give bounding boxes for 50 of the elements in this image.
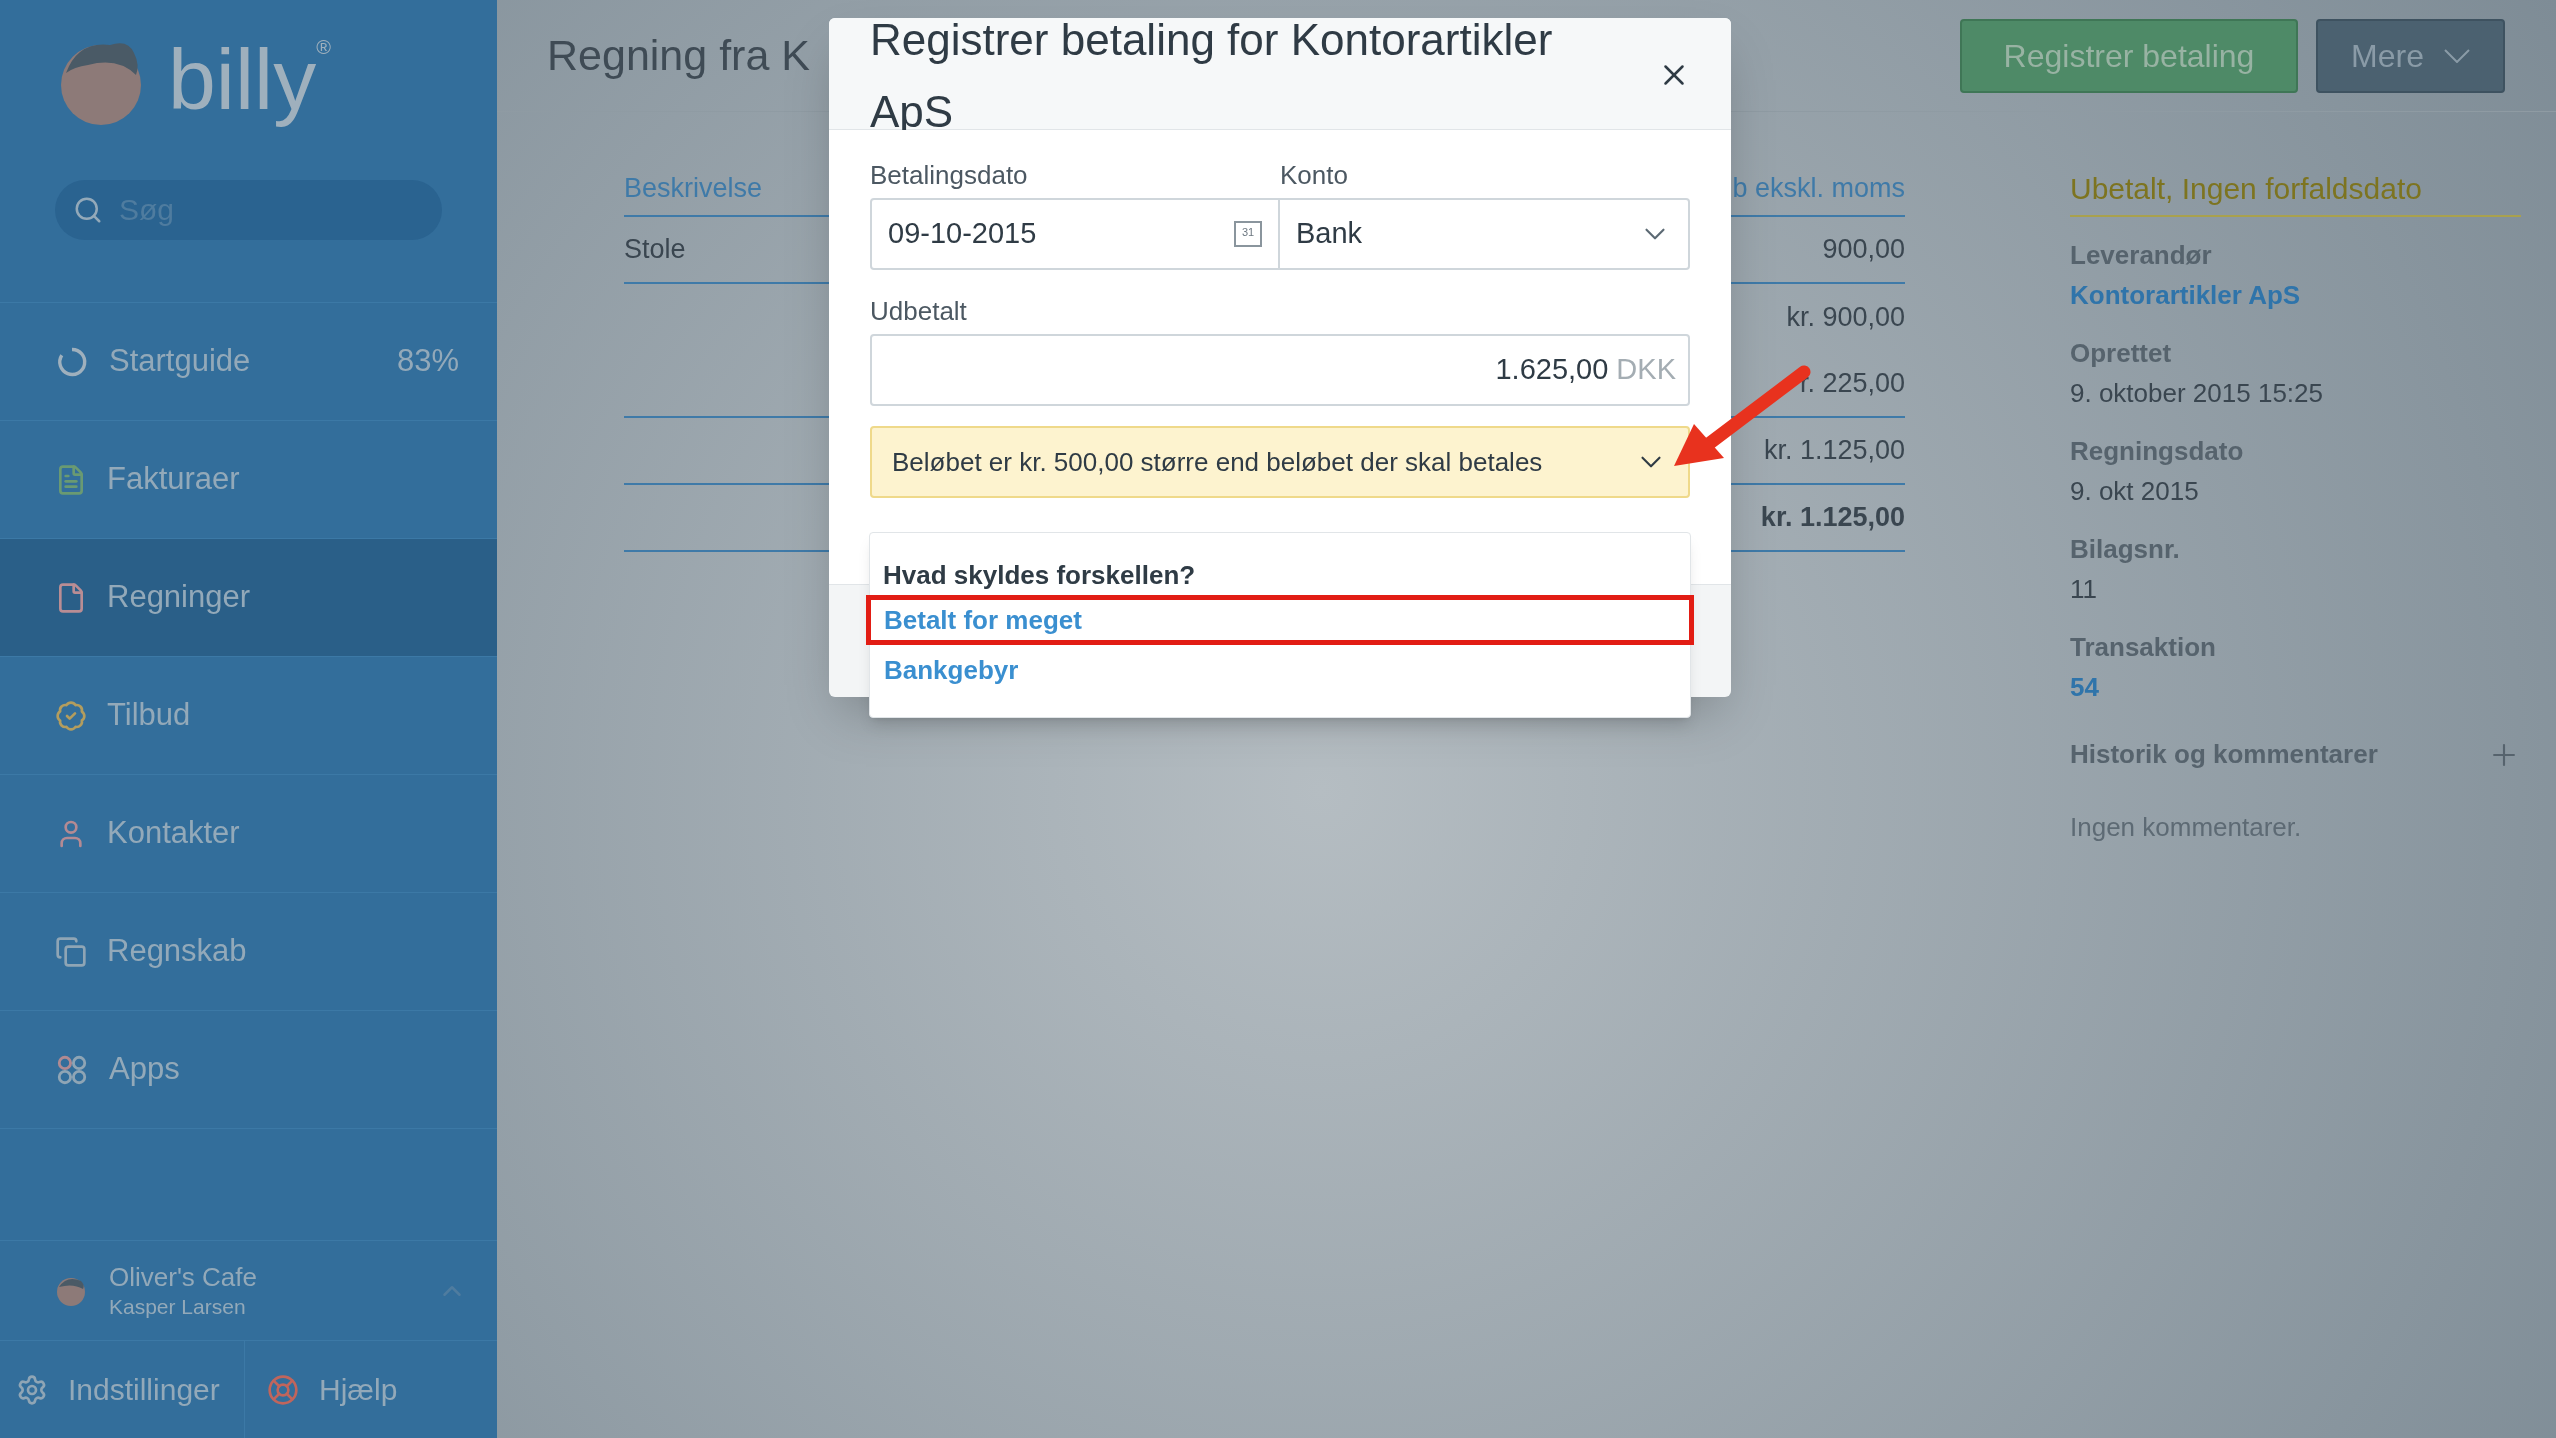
logo-text: billy	[168, 30, 317, 130]
settings-icon	[16, 1373, 48, 1406]
user-name: Kasper Larsen	[109, 1293, 247, 1320]
difference-warning[interactable]: Beløbet er kr. 500,00 større end beløbet der skal betales	[870, 426, 1690, 498]
detail-label: Bilagsnr.	[2070, 533, 2181, 566]
currency-label: DKK	[1616, 352, 1676, 388]
empty-comments-text: Ingen kommentarer.	[2070, 811, 2303, 844]
dialog-title: Registrer betaling for Kontorartikler ApS	[870, 14, 1554, 138]
detail-value: 11	[2070, 573, 2098, 606]
amount-field[interactable]: 1.625,00 DKK	[870, 334, 1690, 406]
register-payment-button[interactable]: Registrer betaling	[1960, 18, 2298, 93]
account-dropdown[interactable]: Bank	[1280, 198, 1690, 270]
reason-option[interactable]: Betalt for meget	[866, 595, 1694, 645]
detail-value: 9. okt 2015	[2070, 475, 2200, 508]
table-cell-text: 900,00	[1822, 233, 1905, 267]
sidebar-item[interactable]: Regninger	[0, 539, 497, 657]
detail-link[interactable]: Kontorartikler ApS	[2070, 275, 2521, 315]
detail-value: 9. oktober 2015 15:25	[2070, 377, 2324, 410]
registered-mark: ®	[316, 35, 331, 59]
chevron-down-icon	[2443, 48, 2470, 63]
detail-label: Oprettet	[2070, 337, 2173, 370]
total-amount: kr. 1.125,00	[1760, 501, 1905, 535]
page-title: Regning fra K	[547, 30, 810, 82]
history-heading: Historik og kommentarer	[2070, 738, 2379, 771]
payment-status: Ubetalt, Ingen forfaldsdato	[2070, 171, 2422, 207]
total-amount: kr. 1.125,00	[1763, 434, 1905, 468]
company-name: Oliver's Cafe	[109, 1261, 258, 1294]
search-icon	[73, 195, 103, 225]
footer-link[interactable]: Hjælp	[245, 1341, 398, 1438]
pages-icon	[55, 935, 87, 968]
column-header: Beskrivelse	[624, 172, 763, 206]
field-label: Betalingsdato	[870, 159, 1029, 192]
detail-label: Regningsdato	[2070, 435, 2245, 468]
more-button[interactable]: Mere	[2316, 18, 2505, 93]
field-label: Udbetalt	[870, 295, 968, 328]
calendar-icon[interactable]: 31	[1234, 221, 1262, 247]
badge-icon	[55, 699, 87, 732]
table-cell-text: Stole	[624, 233, 686, 267]
amount-value: 1.625,00	[1495, 352, 1609, 388]
footer-link[interactable]: Indstillinger	[0, 1341, 245, 1438]
detail-label: Leverandør	[2070, 239, 2213, 272]
date-field[interactable]: 09-10-2015 31	[870, 198, 1280, 270]
lifebuoy-icon	[267, 1373, 299, 1406]
field-label: Konto	[1280, 159, 1349, 192]
detail-label: Transaktion	[2070, 631, 2217, 664]
total-amount: kr. 900,00	[1786, 301, 1905, 335]
reason-option[interactable]: Bankgebyr	[866, 645, 1694, 695]
popover-heading: Hvad skyldes forskellen?	[882, 559, 1197, 592]
detail-link[interactable]: 54	[2070, 667, 2521, 707]
column-header: b ekskl. moms	[1732, 172, 1905, 206]
